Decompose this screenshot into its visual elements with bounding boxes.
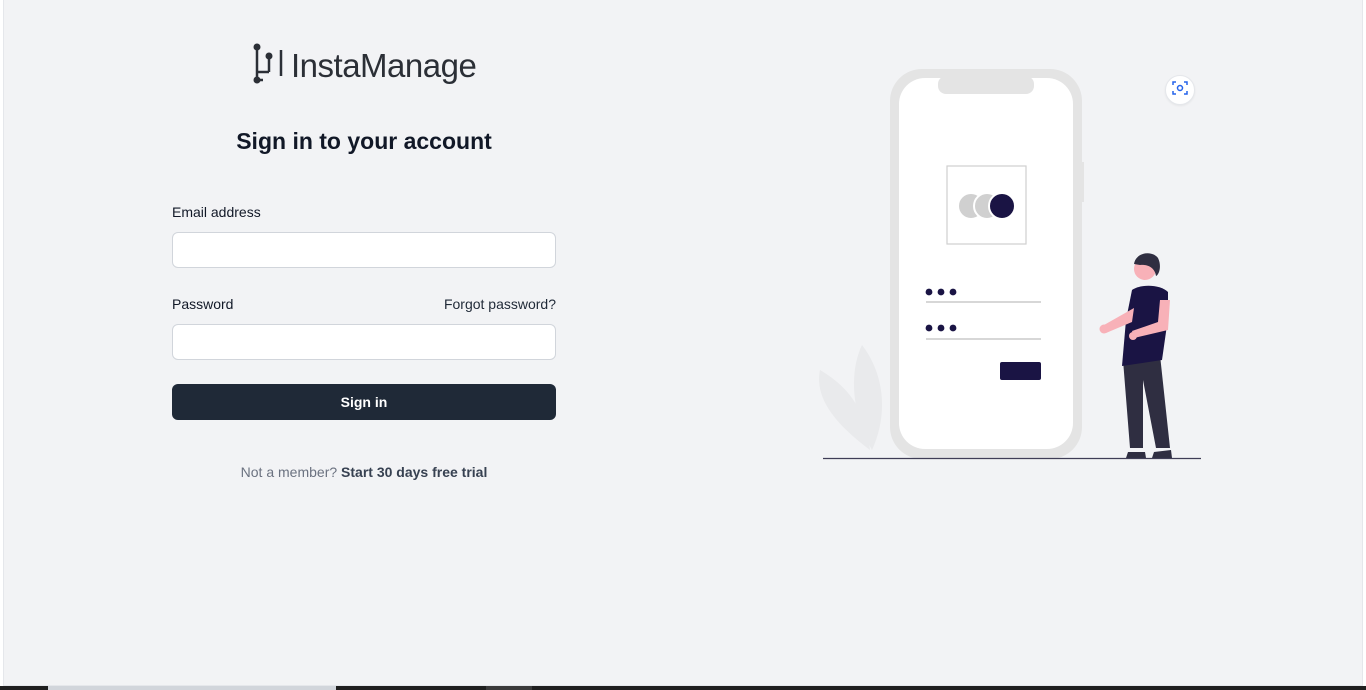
taskbar	[0, 686, 1366, 690]
phone	[890, 69, 1084, 459]
screen-capture-icon	[1172, 80, 1188, 101]
password-field[interactable]	[172, 324, 556, 360]
plant-shadow	[819, 345, 883, 450]
taskbar-item[interactable]	[48, 686, 336, 690]
screen-capture-button[interactable]	[1165, 75, 1195, 105]
login-illustration	[819, 69, 1201, 460]
not-member-text: Not a member?	[240, 464, 338, 480]
card-icon	[946, 165, 1027, 245]
phone-submit-button	[1000, 362, 1041, 380]
logo: InstaManage	[249, 42, 477, 89]
page-title: Sign in to your account	[236, 128, 492, 154]
free-trial-link[interactable]: Start 30 days free trial	[341, 464, 487, 480]
taskbar-item[interactable]	[486, 686, 532, 690]
signup-prompt: Not a member? Start 30 days free trial	[172, 464, 556, 480]
email-field[interactable]	[172, 232, 556, 268]
password-label: Password	[172, 296, 234, 312]
logo-text: InstaManage	[291, 46, 477, 84]
circuit-logo-icon	[249, 42, 289, 89]
person-figure	[1099, 253, 1172, 458]
sign-in-button[interactable]: Sign in	[172, 384, 556, 420]
email-label: Email address	[172, 204, 261, 220]
forgot-password-link[interactable]: Forgot password?	[404, 296, 556, 312]
